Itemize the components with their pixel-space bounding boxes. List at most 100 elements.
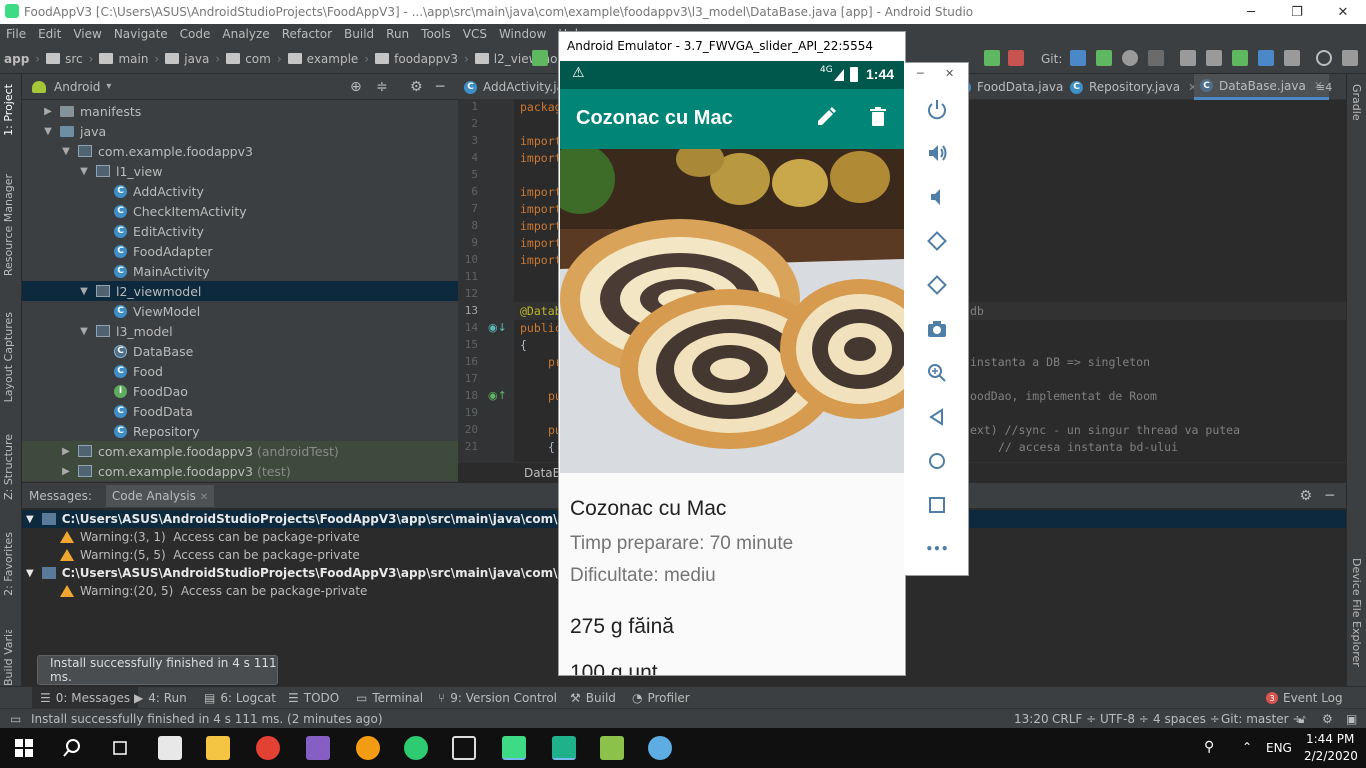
close-tab-icon[interactable]: ✕ bbox=[200, 492, 208, 503]
search-icon[interactable] bbox=[60, 736, 84, 760]
menu-window[interactable]: Window bbox=[493, 27, 552, 41]
collapse-arrow-icon[interactable]: ▼ bbox=[60, 146, 72, 157]
gear-icon[interactable]: ⚙ bbox=[1299, 488, 1312, 504]
menu-analyze[interactable]: Analyze bbox=[216, 27, 275, 41]
tree-item-addactivity[interactable]: C AddActivity bbox=[22, 181, 458, 201]
toolwindow-build[interactable]: ⚒ Build bbox=[570, 687, 616, 709]
tree-item-manifests[interactable]: ▶ manifests bbox=[22, 101, 458, 121]
status-message[interactable]: Install successfully finished in 4 s 111… bbox=[31, 712, 383, 726]
gear-icon[interactable]: ⚙ bbox=[410, 79, 423, 95]
tree-item-fooddao[interactable]: I FoodDao bbox=[22, 381, 458, 401]
tree-item-checkitemactivity[interactable]: C CheckItemActivity bbox=[22, 201, 458, 221]
menu-run[interactable]: Run bbox=[380, 27, 415, 41]
delete-icon[interactable] bbox=[866, 105, 890, 132]
tab-device-file-explorer[interactable]: Device File Explorer bbox=[1350, 558, 1363, 667]
tree-item-l3-model[interactable]: ▼ l3_model bbox=[22, 321, 458, 341]
search-icon[interactable] bbox=[1316, 50, 1332, 66]
project-structure-icon[interactable] bbox=[1180, 50, 1196, 66]
line-separator[interactable]: CRLF ÷ bbox=[1052, 712, 1096, 726]
tab-code-analysis[interactable]: Code Analysis ✕ bbox=[105, 484, 215, 507]
paint-icon[interactable] bbox=[648, 736, 672, 760]
toolwindow-run[interactable]: ▶ 4: Run bbox=[134, 687, 187, 709]
layout-icon[interactable] bbox=[1342, 50, 1358, 66]
toolwindow-todo[interactable]: ☰ TODO bbox=[288, 687, 339, 709]
mail-icon[interactable] bbox=[158, 736, 182, 760]
expand-arrow-icon[interactable]: ▶ bbox=[60, 446, 72, 457]
task-view-icon[interactable] bbox=[108, 736, 132, 760]
more-options-icon[interactable]: ••• bbox=[923, 535, 951, 563]
home-icon[interactable] bbox=[923, 447, 951, 475]
collapse-icon[interactable]: ≑ bbox=[376, 79, 388, 95]
tab-resource-manager[interactable]: Resource Manager bbox=[2, 174, 15, 276]
tree-item-foodadapter[interactable]: C FoodAdapter bbox=[22, 241, 458, 261]
collapse-arrow-icon[interactable]: ▼ bbox=[42, 126, 54, 137]
debug-icon[interactable] bbox=[984, 50, 1000, 66]
history-icon[interactable] bbox=[1122, 50, 1138, 66]
tab-overflow-button[interactable]: ≡4 bbox=[1310, 74, 1338, 100]
chrome-icon[interactable] bbox=[256, 736, 280, 760]
breadcrumb-example[interactable]: example bbox=[284, 52, 363, 66]
implementation-marker-icon[interactable]: ◉↓ bbox=[488, 321, 507, 334]
tree-item-androidtest-package[interactable]: ▶ com.example.foodappv3 (androidTest) bbox=[22, 441, 458, 461]
camera-icon[interactable] bbox=[923, 315, 951, 343]
visual-studio-icon[interactable] bbox=[306, 736, 330, 760]
avd-manager-icon[interactable] bbox=[1206, 50, 1222, 66]
collapse-arrow-icon[interactable]: ▼ bbox=[78, 326, 90, 337]
close-button[interactable]: ✕ bbox=[1320, 0, 1366, 24]
implementation-marker-icon[interactable]: ◉↑ bbox=[488, 389, 507, 402]
emulator-close-button[interactable]: ✕ bbox=[945, 67, 954, 80]
tab-layout-captures[interactable]: Layout Captures bbox=[2, 312, 15, 402]
toolwindow-event-log[interactable]: 3 Event Log bbox=[1266, 687, 1343, 709]
chevron-down-icon[interactable]: ▾ bbox=[106, 81, 111, 92]
tree-item-editactivity[interactable]: C EditActivity bbox=[22, 221, 458, 241]
tree-item-fooddata[interactable]: C FoodData bbox=[22, 401, 458, 421]
crosshair-icon[interactable]: ⊕ bbox=[350, 79, 362, 95]
breadcrumb-app[interactable]: app bbox=[0, 52, 33, 66]
expand-arrow-icon[interactable]: ▶ bbox=[60, 466, 72, 477]
notifications-icon[interactable]: ▣ bbox=[1346, 712, 1357, 726]
clock-time[interactable]: 1:44 PM bbox=[1306, 732, 1354, 746]
menu-tools[interactable]: Tools bbox=[415, 27, 457, 41]
rollback-icon[interactable] bbox=[1148, 50, 1164, 66]
collapse-arrow-icon[interactable]: ▼ bbox=[78, 166, 90, 177]
tab-gradle[interactable]: Gradle bbox=[1350, 84, 1363, 121]
toolwindow-profiler[interactable]: ◔ Profiler bbox=[632, 687, 690, 709]
chevron-up-icon[interactable]: ⌃ bbox=[1242, 740, 1252, 754]
language-indicator[interactable]: ENG bbox=[1266, 741, 1292, 755]
menu-edit[interactable]: Edit bbox=[32, 27, 67, 41]
file-encoding[interactable]: UTF-8 ÷ bbox=[1100, 712, 1149, 726]
menu-view[interactable]: View bbox=[67, 27, 107, 41]
toolwindow-terminal[interactable]: ▭ Terminal bbox=[356, 687, 423, 709]
hide-panel-icon[interactable]: ─ bbox=[436, 79, 444, 95]
stop-icon[interactable] bbox=[1008, 50, 1024, 66]
atom-icon[interactable] bbox=[404, 736, 428, 760]
tree-item-l1-view[interactable]: ▼ l1_view bbox=[22, 161, 458, 181]
zoom-icon[interactable] bbox=[923, 359, 951, 387]
collapse-arrow-icon[interactable]: ▼ bbox=[22, 568, 42, 579]
toolwindow-logcat[interactable]: ▤ 6: Logcat bbox=[204, 687, 276, 709]
edit-icon[interactable] bbox=[814, 105, 838, 132]
tree-item-viewmodel[interactable]: C ViewModel bbox=[22, 301, 458, 321]
android-studio-taskbar-icon[interactable] bbox=[502, 736, 526, 760]
rotate-right-icon[interactable] bbox=[923, 271, 951, 299]
breadcrumb-java[interactable]: java bbox=[161, 52, 213, 66]
git-commit-icon[interactable] bbox=[1096, 50, 1112, 66]
app-icon[interactable] bbox=[356, 736, 380, 760]
tree-item-java[interactable]: ▼ java bbox=[22, 121, 458, 141]
git-branch[interactable]: Git: master ÷ bbox=[1221, 712, 1302, 726]
windows-start-icon[interactable] bbox=[12, 736, 36, 760]
collapse-arrow-icon[interactable]: ▼ bbox=[78, 286, 90, 297]
restore-button[interactable]: ❐ bbox=[1274, 0, 1320, 24]
settings-sync-icon[interactable] bbox=[1284, 50, 1300, 66]
people-icon[interactable]: ⚲ bbox=[1204, 739, 1214, 755]
menu-build[interactable]: Build bbox=[338, 27, 380, 41]
indent-setting[interactable]: 4 spaces ÷ bbox=[1153, 712, 1220, 726]
tab-structure[interactable]: Z: Structure bbox=[2, 434, 15, 500]
menu-refactor[interactable]: Refactor bbox=[276, 27, 338, 41]
tree-item-mainactivity[interactable]: C MainActivity bbox=[22, 261, 458, 281]
power-icon[interactable] bbox=[923, 95, 951, 123]
volume-down-icon[interactable] bbox=[923, 183, 951, 211]
menu-code[interactable]: Code bbox=[174, 27, 217, 41]
overview-icon[interactable] bbox=[923, 491, 951, 519]
phone-screen[interactable]: ⚠ 4G 1:44 Cozonac cu Mac Cozonac cu Mac … bbox=[560, 61, 904, 675]
